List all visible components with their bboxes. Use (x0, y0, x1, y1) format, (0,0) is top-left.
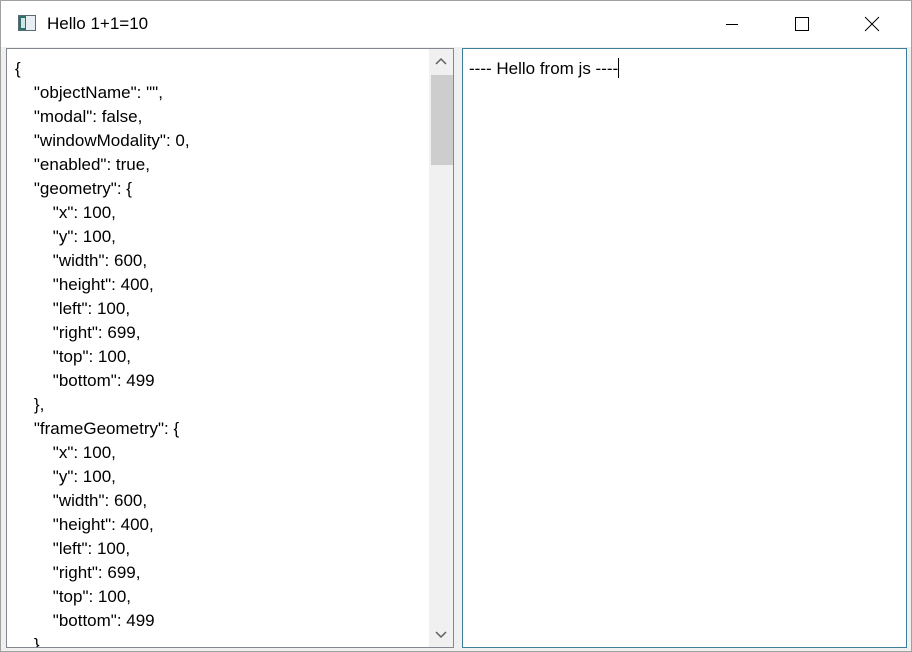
json-text-line: "frameGeometry": { (15, 419, 180, 438)
close-button[interactable] (837, 1, 907, 47)
title-bar[interactable]: Hello 1+1=10 (1, 1, 911, 47)
maximize-icon (795, 17, 809, 31)
json-text-line: "top": 100, (15, 587, 132, 606)
json-text-view[interactable]: { "objectName": "", "modal": false, "win… (6, 48, 454, 648)
json-text-line: "x": 100, (15, 443, 116, 462)
js-output-line: ---- Hello from js ---- (469, 57, 620, 81)
minimize-icon (726, 24, 738, 25)
window-title: Hello 1+1=10 (47, 14, 149, 33)
json-text-line: "windowModality": 0, (15, 131, 190, 150)
json-text-line: "bottom": 499 (15, 371, 155, 390)
json-text-line: "width": 600, (15, 491, 148, 510)
json-text-line: "left": 100, (15, 539, 131, 558)
json-text-line: "enabled": true, (15, 155, 150, 174)
json-text-line: "geometry": { (15, 179, 132, 198)
json-text-line: }, (15, 635, 45, 648)
chevron-up-icon (435, 57, 447, 65)
json-text-line: { (15, 59, 21, 78)
scroll-up-button[interactable] (429, 49, 453, 73)
json-text-line: "height": 400, (15, 515, 154, 534)
json-text-line: "top": 100, (15, 347, 132, 366)
chevron-down-icon (435, 631, 447, 639)
scrollbar-thumb[interactable] (431, 75, 453, 165)
scroll-down-button[interactable] (429, 623, 453, 647)
json-text-line: "width": 600, (15, 251, 148, 270)
text-cursor (618, 58, 620, 78)
json-text-line: "height": 400, (15, 275, 154, 294)
application-window: Hello 1+1=10 { "objectName": "", "modal"… (0, 0, 912, 652)
json-text-line: "right": 699, (15, 323, 141, 342)
json-text-line: "objectName": "", (15, 83, 163, 102)
js-output-text: ---- Hello from js ---- (469, 59, 619, 78)
json-text-content: { "objectName": "", "modal": false, "win… (15, 57, 190, 648)
maximize-button[interactable] (767, 1, 837, 47)
js-output-text-edit[interactable]: ---- Hello from js ---- (462, 48, 907, 648)
json-text-line: }, (15, 395, 45, 414)
json-text-line: "y": 100, (15, 227, 116, 246)
minimize-button[interactable] (697, 1, 767, 47)
json-text-line: "y": 100, (15, 467, 116, 486)
json-text-line: "right": 699, (15, 563, 141, 582)
vertical-scrollbar[interactable] (429, 49, 453, 647)
json-text-line: "left": 100, (15, 299, 131, 318)
app-window-icon (18, 15, 36, 31)
close-icon (864, 16, 880, 32)
json-text-line: "modal": false, (15, 107, 143, 126)
json-text-line: "x": 100, (15, 203, 116, 222)
json-text-line: "bottom": 499 (15, 611, 155, 630)
